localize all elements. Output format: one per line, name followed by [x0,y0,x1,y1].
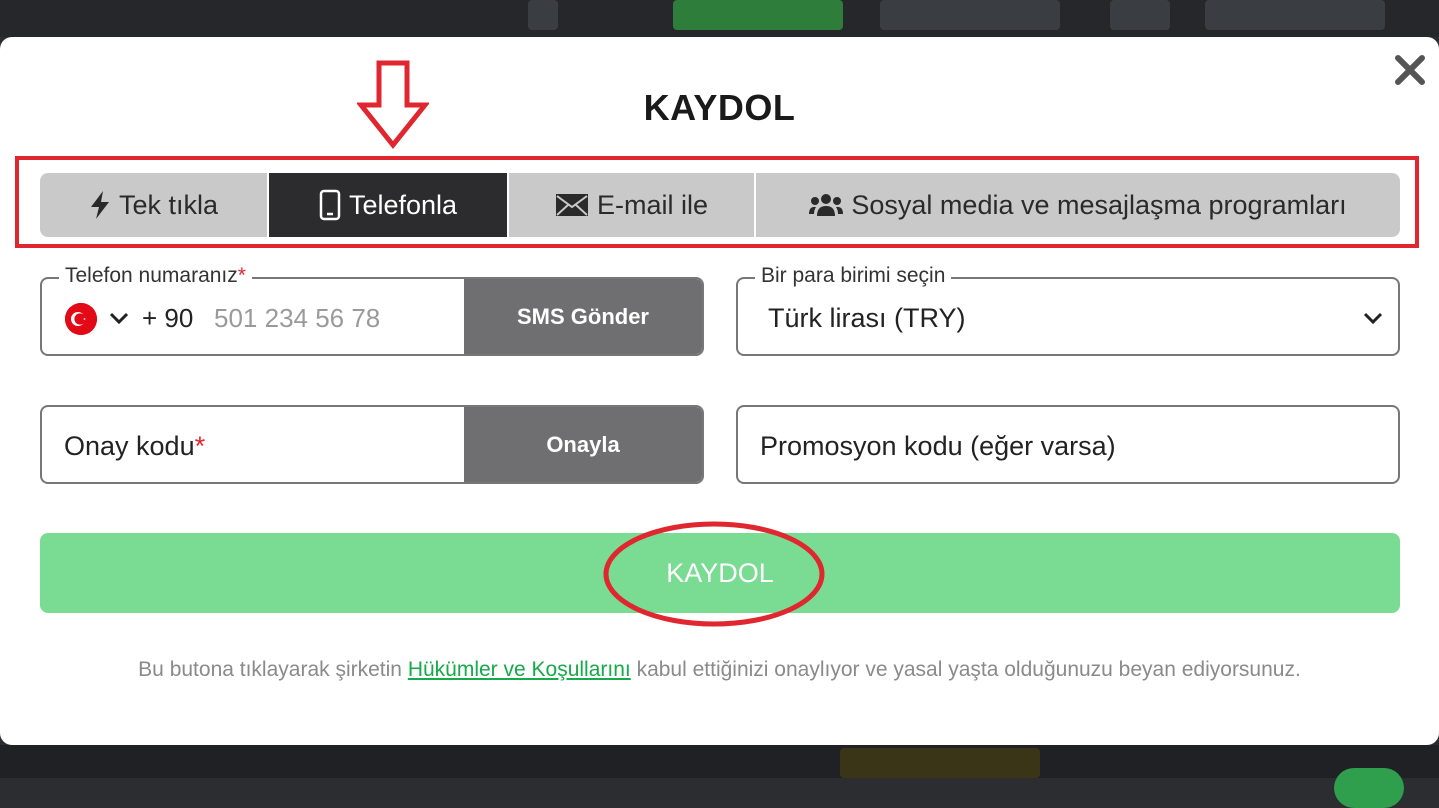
phone-input[interactable]: 501 234 56 78 [214,303,454,334]
lightning-icon [89,190,111,220]
mobile-phone-icon [319,189,341,221]
registration-method-tabs: Tek tıkla Telefonla E-mail ile Sosyal me… [40,173,1400,237]
tab-label: Telefonla [348,189,458,220]
phone-field: Telefon numaranız* + 90 501 234 56 78 SM… [40,264,704,356]
background-pill [1205,0,1385,30]
modal-title: KAYDOL [643,87,796,128]
tab-phone[interactable]: Telefonla [269,173,509,237]
confirmation-code-field: Onay kodu* Onayla [40,405,704,484]
background-pill [1110,0,1170,30]
tab-email[interactable]: E-mail ile [509,173,756,237]
close-icon[interactable] [1393,53,1427,87]
users-group-icon [809,192,844,218]
background-green-button [673,0,843,30]
chevron-down-icon [1362,311,1384,330]
terms-link[interactable]: Hükümler ve Koşullarını [408,658,631,681]
annotation-circle [602,519,826,634]
currency-legend: Bir para birimi seçin [755,264,952,288]
tab-label: E-mail ile [596,189,709,220]
phone-legend: Telefon numaranız* [59,264,252,288]
chat-bubble[interactable] [1334,768,1404,808]
confirm-button[interactable]: Onayla [464,407,702,482]
promo-code-field: Promosyon kodu (eğer varsa) [736,405,1400,484]
chevron-down-icon[interactable] [108,311,130,330]
background-footer [0,745,1439,778]
tab-social[interactable]: Sosyal media ve mesajlaşma programları [756,173,1400,237]
currency-select[interactable]: Bir para birimi seçin Türk lirası (TRY) [736,264,1400,356]
send-sms-button[interactable]: SMS Gönder [464,279,702,354]
background-icon [528,0,558,30]
background-pill [880,0,1060,30]
envelope-icon [555,193,589,217]
register-modal: KAYDOL Tek tıkla Telefonla E-mail ile So… [0,37,1439,745]
turkey-flag-icon[interactable] [65,303,97,335]
background-header [0,0,1439,37]
tab-label: Sosyal media ve mesajlaşma programları [851,189,1347,220]
promo-code-input[interactable]: Promosyon kodu (eğer varsa) [760,431,1116,462]
background-banner [840,748,1040,778]
country-code: + 90 [142,303,194,333]
tab-label: Tek tıkla [118,189,219,220]
confirmation-code-input[interactable]: Onay kodu* [64,431,205,462]
tab-one-click[interactable]: Tek tıkla [40,173,269,237]
terms-text: Bu butona tıklayarak şirketin Hükümler v… [138,658,1301,681]
currency-selected-value: Türk lirası (TRY) [768,303,966,333]
